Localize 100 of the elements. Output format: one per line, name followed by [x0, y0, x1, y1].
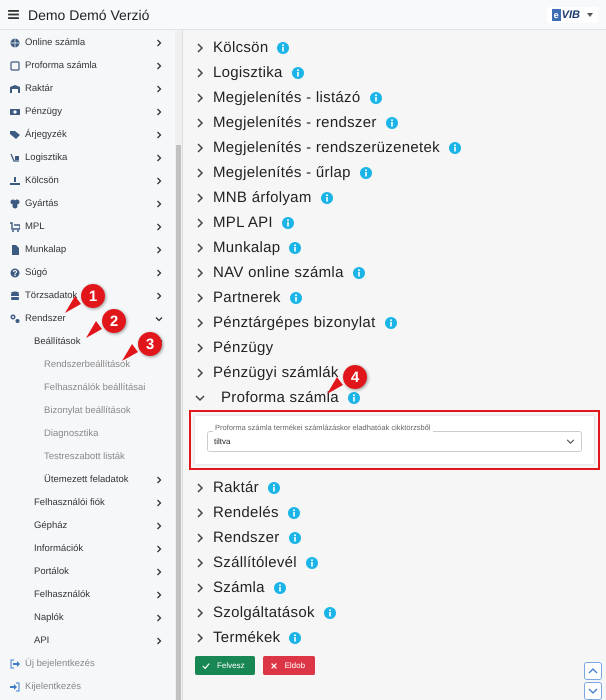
section-title[interactable]: Raktár	[213, 479, 259, 496]
chevron-right-icon[interactable]	[195, 632, 205, 642]
chevron-right-icon[interactable]	[195, 168, 205, 178]
section-title[interactable]: MPL API	[213, 214, 273, 231]
section-title[interactable]: Megjelenítés - rendszer	[213, 114, 377, 131]
section-title[interactable]: NAV online számla	[213, 264, 344, 281]
sidebar-item[interactable]: Felhasználói fiók	[34, 497, 105, 508]
select-field[interactable]: tiltva	[207, 431, 582, 452]
sidebar-item[interactable]: Súgó	[25, 267, 48, 278]
sidebar-item[interactable]: Gyártás	[25, 198, 58, 209]
chevron-right-icon[interactable]	[195, 218, 205, 228]
section-title[interactable]: Pénzügy	[213, 339, 274, 356]
chevron-right-icon[interactable]	[195, 558, 205, 568]
chevron-right-icon[interactable]	[155, 176, 163, 184]
chevron-right-icon[interactable]	[155, 84, 163, 92]
chevron-right-icon[interactable]	[155, 544, 163, 552]
chevron-right-icon[interactable]	[195, 342, 205, 352]
section-title[interactable]: Logisztika	[213, 64, 283, 81]
section-title[interactable]: Munkalap	[213, 239, 280, 256]
money-icon	[10, 106, 20, 116]
chevron-right-icon[interactable]	[155, 498, 163, 506]
sidebar-item[interactable]: Felhasználók	[34, 589, 90, 600]
section-title[interactable]: Partnerek	[213, 289, 281, 306]
chevron-right-icon[interactable]	[155, 568, 163, 576]
chevron-right-icon[interactable]	[195, 608, 205, 618]
chevron-right-icon[interactable]	[155, 108, 163, 116]
chevron-right-icon[interactable]	[155, 614, 163, 622]
scrollbar[interactable]	[175, 30, 183, 700]
chevron-right-icon[interactable]	[155, 476, 163, 484]
chevron-right-icon[interactable]	[155, 130, 163, 138]
chevron-right-icon[interactable]	[195, 142, 205, 152]
sidebar-item[interactable]: Munkalap	[25, 244, 66, 255]
callout-pointer	[86, 321, 104, 339]
chevron-right-icon[interactable]	[195, 68, 205, 78]
tag-icon	[10, 130, 20, 140]
section-title[interactable]: Szolgáltatások	[213, 604, 315, 621]
sidebar-item[interactable]: Árjegyzék	[25, 129, 67, 140]
chevron-right-icon[interactable]	[195, 368, 205, 378]
check-icon	[202, 662, 210, 670]
chevron-right-icon[interactable]	[155, 590, 163, 598]
chevron-right-icon[interactable]	[195, 118, 205, 128]
sidebar-item[interactable]: Online számla	[25, 37, 86, 48]
chevron-right-icon[interactable]	[195, 482, 205, 492]
sidebar-item[interactable]: Beállítások	[34, 336, 80, 347]
chevron-right-icon[interactable]	[155, 154, 163, 162]
chevron-right-icon[interactable]	[155, 62, 163, 70]
sidebar-item[interactable]: Gépház	[34, 520, 68, 531]
section-title[interactable]: Rendelés	[213, 504, 279, 521]
sidebar-item[interactable]: Naplók	[34, 612, 64, 623]
chevron-right-icon[interactable]	[155, 200, 163, 208]
chevron-right-icon[interactable]	[195, 192, 205, 202]
section-title[interactable]: Kölcsön	[213, 39, 268, 56]
discard-button[interactable]: Eldob	[262, 656, 316, 675]
section-title[interactable]: Számla	[213, 579, 265, 596]
close-icon	[270, 662, 278, 670]
section-title[interactable]: Szállítólevél	[213, 554, 297, 571]
chevron-right-icon[interactable]	[195, 242, 205, 252]
chevron-right-icon[interactable]	[195, 42, 205, 52]
save-button[interactable]: Felvesz	[195, 656, 255, 675]
sidebar-item[interactable]: Proforma számla	[25, 60, 97, 71]
chevron-right-icon[interactable]	[195, 318, 205, 328]
chevron-right-icon[interactable]	[155, 522, 163, 530]
chevron-down-icon[interactable]	[155, 314, 163, 322]
menu-icon[interactable]	[8, 10, 19, 19]
section-title[interactable]: Termékek	[213, 629, 280, 646]
chevron-right-icon[interactable]	[195, 532, 205, 542]
chevron-right-icon[interactable]	[155, 222, 163, 230]
chevron-right-icon[interactable]	[195, 508, 205, 518]
chevron-right-icon[interactable]	[195, 582, 205, 592]
section-title[interactable]: Pénztárgépes bizonylat	[213, 314, 376, 331]
section-title[interactable]: Proforma számla	[221, 389, 339, 406]
sidebar-item[interactable]: Logisztika	[25, 152, 68, 163]
section-title[interactable]: Megjelenítés - űrlap	[213, 164, 351, 181]
sidebar-item[interactable]: API	[34, 635, 50, 646]
chevron-right-icon[interactable]	[155, 268, 163, 276]
sidebar-item[interactable]: Pénzügy	[25, 106, 62, 117]
sidebar-item[interactable]: Kölcsön	[25, 175, 59, 186]
section-title[interactable]: MNB árfolyam	[213, 189, 312, 206]
sidebar-item[interactable]: Raktár	[25, 83, 53, 94]
chevron-right-icon[interactable]	[155, 292, 163, 300]
logo-dropdown[interactable]: e VIB	[546, 6, 598, 22]
chevron-right-icon[interactable]	[195, 292, 205, 302]
chevron-right-icon[interactable]	[195, 268, 205, 278]
section-title[interactable]: Megjelenítés - listázó	[213, 89, 360, 106]
sidebar-item[interactable]: Portálok	[34, 566, 69, 577]
chevron-down-icon[interactable]	[195, 392, 205, 402]
scroll-up-button[interactable]	[584, 662, 602, 680]
chevron-right-icon[interactable]	[195, 92, 205, 102]
chevron-right-icon[interactable]	[155, 246, 163, 254]
section-title[interactable]: Megjelenítés - rendszerüzenetek	[213, 139, 440, 156]
sidebar-item[interactable]: Rendszer	[25, 313, 66, 324]
section-title[interactable]: Rendszer	[213, 529, 280, 546]
sidebar-item[interactable]: Ütemezett feladatok	[44, 474, 128, 485]
sidebar-item[interactable]: Információk	[34, 543, 84, 554]
scroll-down-button[interactable]	[584, 682, 602, 700]
sidebar-item[interactable]: Törzsadatok	[25, 290, 78, 301]
section-title[interactable]: Pénzügyi számlák	[213, 364, 339, 381]
chevron-right-icon[interactable]	[155, 636, 163, 644]
chevron-right-icon[interactable]	[155, 38, 163, 46]
sidebar-item[interactable]: MPL	[25, 221, 45, 232]
